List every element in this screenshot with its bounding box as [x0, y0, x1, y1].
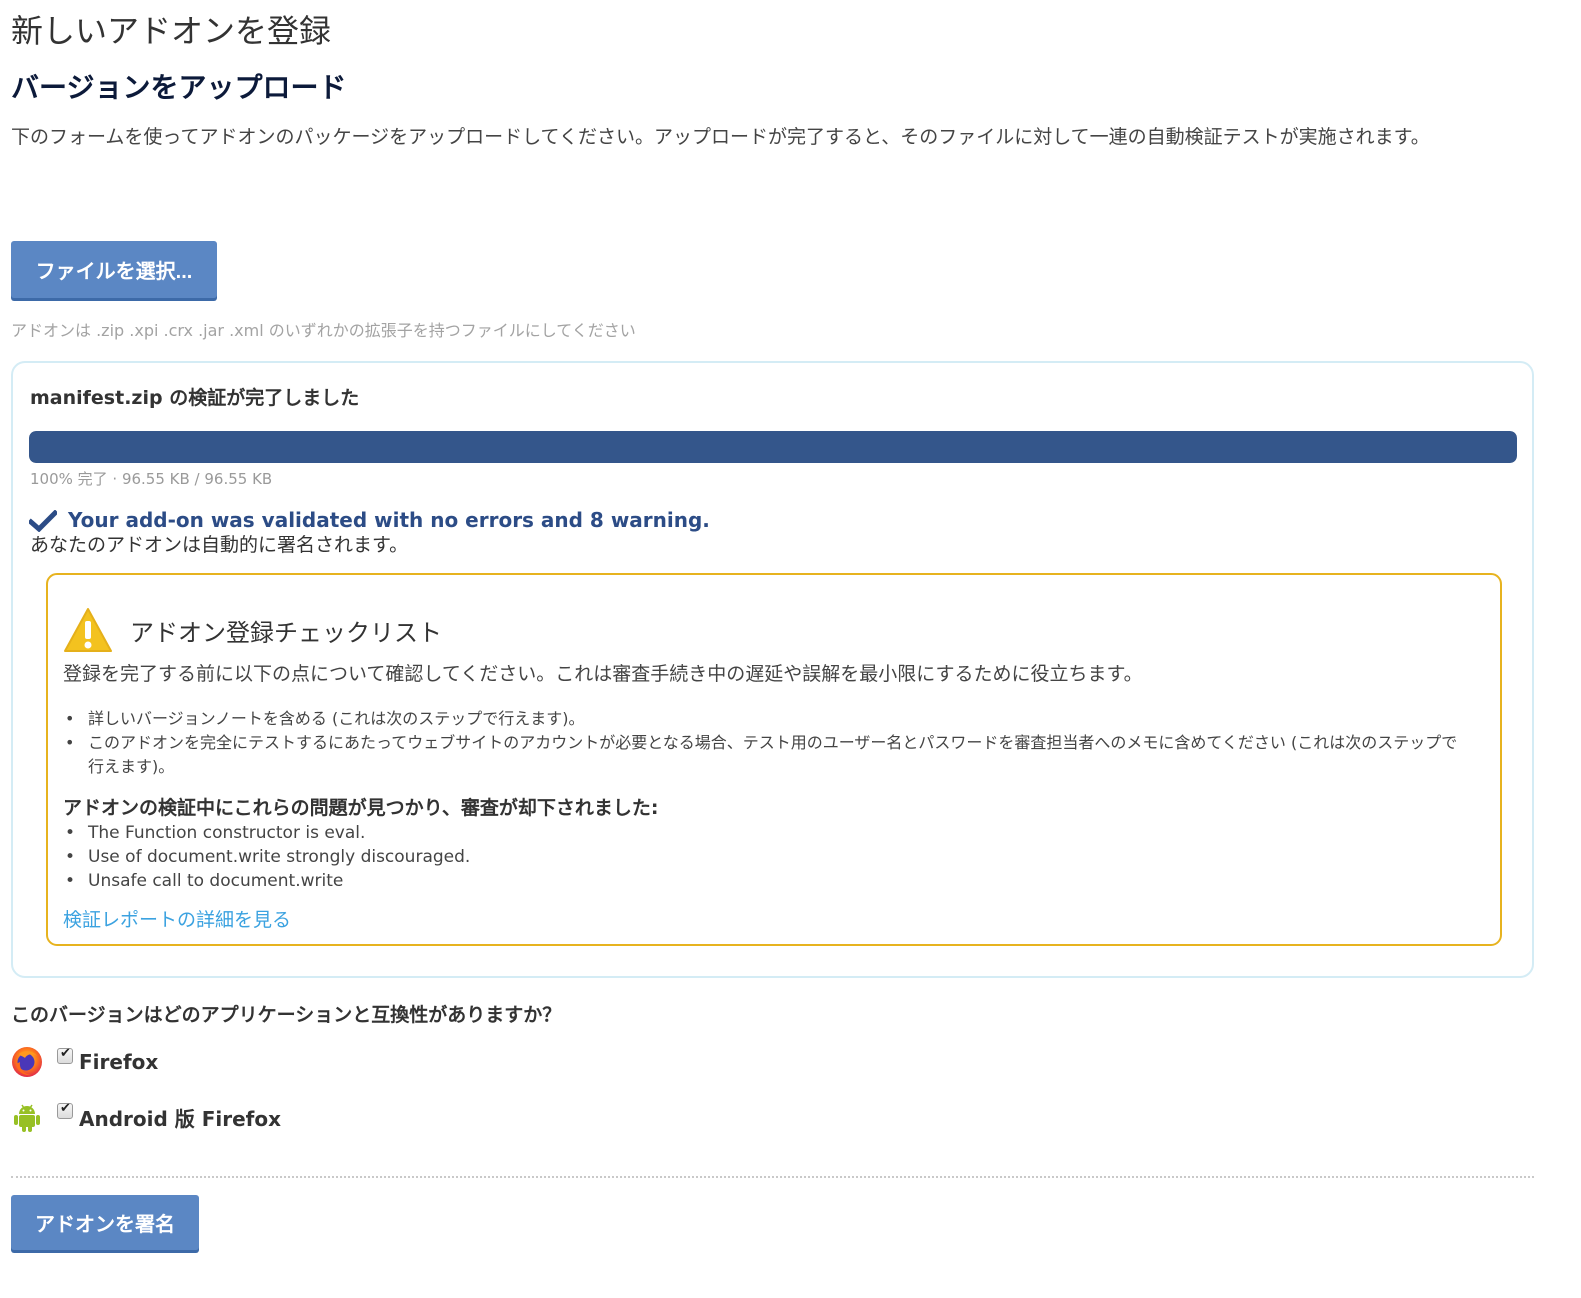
- issues-list: The Function constructor is eval. Use of…: [63, 821, 470, 893]
- divider: [11, 1176, 1534, 1178]
- list-item: Unsafe call to document.write: [63, 869, 470, 893]
- app-row-firefox: Firefox: [11, 1044, 158, 1080]
- checklist-description: 登録を完了する前に以下の点について確認してください。これは審査手続き中の遅延や誤…: [63, 663, 1143, 685]
- list-item: Use of document.write strongly discourag…: [63, 845, 470, 869]
- auto-sign-note: あなたのアドオンは自動的に署名されます。: [30, 534, 409, 556]
- validation-result-panel: manifest.zip の検証が完了しました 100% 完了 · 96.55 …: [11, 361, 1534, 978]
- progress-bar-fill: [29, 431, 1517, 463]
- file-extension-hint: アドオンは .zip .xpi .crx .jar .xml のいずれかの拡張子…: [11, 321, 636, 340]
- app-label-android: Android 版 Firefox: [79, 1106, 282, 1131]
- submission-checklist: アドオン登録チェックリスト 登録を完了する前に以下の点について確認してください。…: [46, 573, 1502, 946]
- firefox-icon: [12, 1047, 42, 1077]
- app-row-android: Android 版 Firefox: [11, 1099, 281, 1135]
- sign-addon-button[interactable]: アドオンを署名: [11, 1195, 199, 1250]
- app-label-firefox: Firefox: [79, 1050, 159, 1074]
- firefox-checkbox[interactable]: [57, 1046, 73, 1064]
- checkmark-icon: [29, 510, 57, 532]
- choose-file-button[interactable]: ファイルを選択...: [11, 241, 217, 298]
- progress-text: 100% 完了 · 96.55 KB / 96.55 KB: [30, 470, 273, 488]
- android-checkbox[interactable]: [57, 1101, 73, 1119]
- intro-text: 下のフォームを使ってアドオンのパッケージをアップロードしてください。アップロード…: [11, 126, 1430, 148]
- checklist-items: 詳しいバージョンノートを含める (これは次のステップで行えます)。 このアドオン…: [63, 707, 1473, 779]
- validation-status: Your add-on was validated with no errors…: [68, 508, 710, 532]
- android-icon: [14, 1104, 40, 1132]
- issues-heading: アドオンの検証中にこれらの問題が見つかり、審査が却下されました:: [63, 797, 659, 819]
- progress-bar: [29, 431, 1517, 463]
- validation-title: manifest.zip の検証が完了しました: [30, 387, 360, 409]
- list-item: 詳しいバージョンノートを含める (これは次のステップで行えます)。: [63, 707, 1473, 731]
- list-item: このアドオンを完全にテストするにあたってウェブサイトのアカウントが必要となる場合…: [63, 731, 1473, 779]
- page-title: 新しいアドオンを登録: [11, 12, 332, 50]
- warning-icon: [64, 608, 112, 652]
- compatibility-question: このバージョンはどのアプリケーションと互換性がありますか？: [11, 1004, 562, 1026]
- validation-report-link[interactable]: 検証レポートの詳細を見る: [63, 905, 291, 932]
- checklist-title: アドオン登録チェックリスト: [130, 619, 442, 647]
- list-item: The Function constructor is eval.: [63, 821, 470, 845]
- section-title: バージョンをアップロード: [11, 71, 347, 104]
